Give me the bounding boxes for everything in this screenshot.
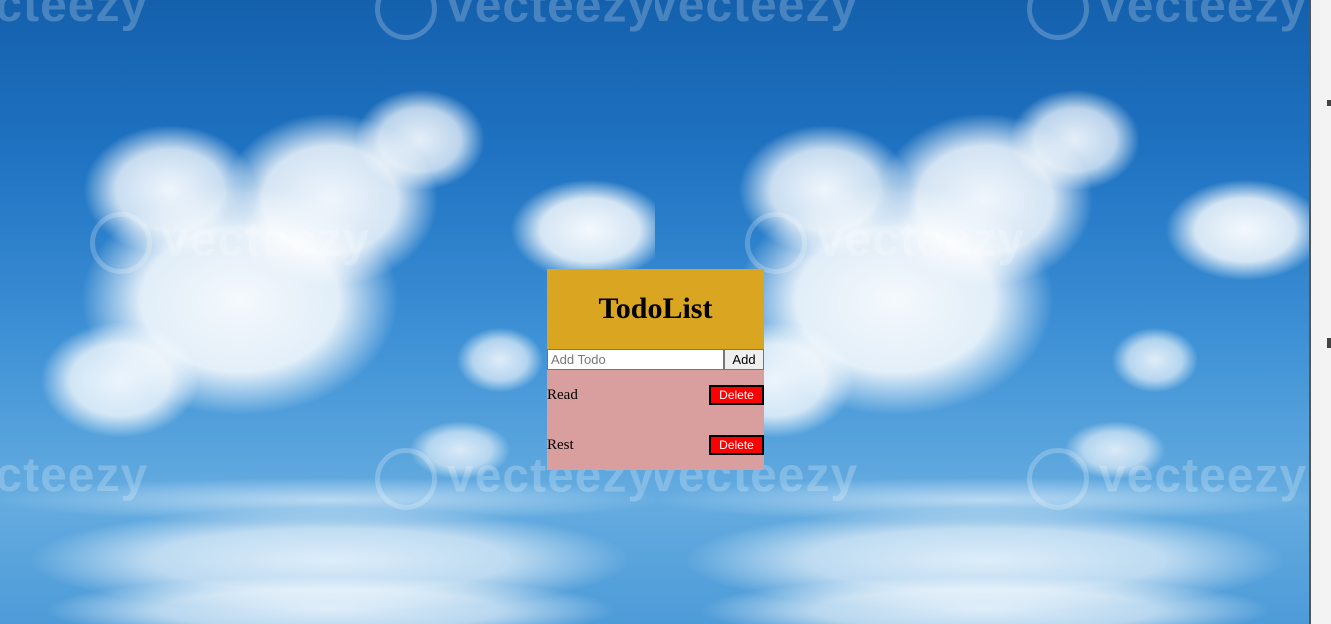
edge-mark	[1327, 338, 1331, 348]
watermark: vecteezy	[90, 212, 370, 274]
watermark: vecteezy	[1027, 0, 1307, 40]
add-todo-input[interactable]	[547, 349, 724, 370]
delete-button[interactable]: Delete	[709, 385, 764, 405]
todo-header: TodoList	[547, 269, 764, 349]
page-title: TodoList	[598, 292, 713, 325]
watermark-logo-icon	[1027, 448, 1089, 510]
watermark: vecteezy	[745, 212, 1025, 274]
add-button[interactable]: Add	[724, 349, 764, 370]
add-todo-form: Add	[547, 349, 764, 370]
watermark: vecteezy	[375, 0, 655, 40]
delete-button[interactable]: Delete	[709, 435, 764, 455]
todo-list: Read Delete Rest Delete	[547, 370, 764, 470]
todo-item-text: Read	[547, 386, 578, 403]
watermark-logo-icon	[375, 448, 437, 510]
edge-mark	[1327, 100, 1331, 106]
watermark-logo-icon	[1027, 0, 1089, 40]
todo-item-text: Rest	[547, 436, 574, 453]
watermark: vecteezy	[0, 0, 149, 32]
window-edge	[1309, 0, 1331, 624]
watermark: vecteezy	[0, 449, 149, 502]
todo-item: Read Delete	[547, 370, 764, 420]
watermark-logo-icon	[375, 0, 437, 40]
watermark-logo-icon	[90, 212, 152, 274]
todo-app: TodoList Add Read Delete Rest Delete	[547, 269, 764, 470]
watermark: vecteezy	[1027, 448, 1307, 510]
todo-item: Rest Delete	[547, 420, 764, 470]
watermark: vecteezy	[655, 0, 859, 32]
watermark-logo-icon	[745, 212, 807, 274]
